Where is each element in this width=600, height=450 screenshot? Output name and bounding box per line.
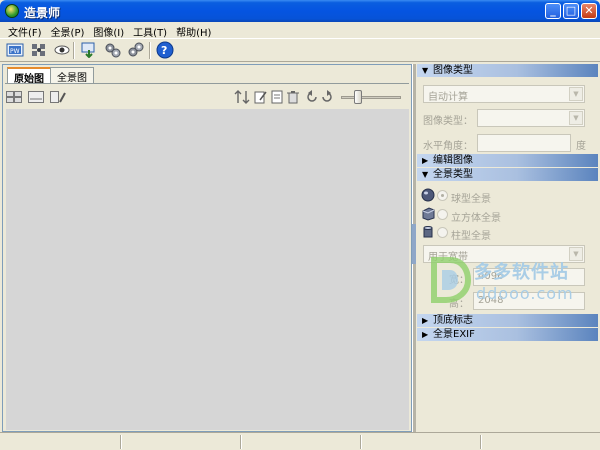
- cube-label: 立方体全景: [451, 213, 501, 224]
- watermark-text: 多多软件站: [474, 262, 569, 283]
- tab-original[interactable]: 原始图: [7, 67, 51, 85]
- image-type-label: 图像类型：: [423, 116, 473, 127]
- cylinder-icon: [423, 226, 433, 238]
- preview-eye-icon[interactable]: [52, 41, 72, 59]
- sphere-radio[interactable]: [437, 190, 448, 201]
- stitch-icon[interactable]: [29, 41, 49, 59]
- menu-help[interactable]: 帮助(H): [172, 22, 216, 39]
- cylinder-radio[interactable]: [437, 227, 448, 238]
- splitter-grip[interactable]: [412, 224, 416, 264]
- svg-text:PW: PW: [10, 48, 20, 55]
- image-mode-select[interactable]: 自动计算 ▼: [423, 85, 585, 103]
- section-panorama-type[interactable]: ▼ 全景类型: [417, 168, 598, 181]
- menu-bar: 文件(F) 全景(P) 图像(I) 工具(T) 帮助(H): [0, 22, 600, 39]
- collapse-triangle-icon: ▼: [422, 66, 429, 75]
- edit-icon[interactable]: [253, 89, 269, 104]
- cube-icon: [422, 207, 435, 221]
- section-image-type[interactable]: ▼ 图像类型: [417, 64, 598, 77]
- app-icon: [5, 4, 19, 18]
- chevron-down-icon: ▼: [569, 111, 583, 125]
- cube-radio[interactable]: [437, 209, 448, 220]
- status-divider: [240, 435, 242, 449]
- properties-pane: ▼ 图像类型 自动计算 ▼ 图像类型： ▼ 水平角度： 度 ▶ 编辑图像 ▼ 全…: [417, 64, 598, 432]
- image-pane: 原始图 全景图: [2, 64, 412, 432]
- export-icon[interactable]: [79, 41, 99, 59]
- title-bar[interactable]: 造景师 _ □ ✕: [0, 0, 600, 22]
- image-mode-value: 自动计算: [428, 92, 468, 103]
- batch-gears-icon[interactable]: [126, 41, 146, 59]
- tab-panorama[interactable]: 全景图: [50, 67, 94, 84]
- image-tabs: 原始图 全景图: [7, 67, 94, 85]
- copy-icon[interactable]: [269, 89, 285, 104]
- sort-icon[interactable]: [234, 89, 250, 104]
- expand-triangle-icon: ▶: [422, 330, 429, 339]
- status-divider: [120, 435, 122, 449]
- window-title: 造景师: [24, 6, 61, 20]
- section-nadir[interactable]: ▶ 顶底标志: [417, 314, 598, 327]
- menu-tools[interactable]: 工具(T): [129, 22, 172, 39]
- rotate-right-icon[interactable]: [319, 89, 335, 104]
- sphere-icon: [421, 188, 435, 202]
- section-exif[interactable]: ▶ 全景EXIF: [417, 328, 598, 341]
- section-edit-image-title: 编辑图像: [433, 155, 473, 166]
- image-type-select[interactable]: ▼: [477, 109, 585, 127]
- menu-panorama[interactable]: 全景(P): [47, 22, 90, 39]
- cylinder-label: 柱型全景: [451, 231, 491, 242]
- zoom-slider-thumb[interactable]: [354, 90, 362, 104]
- status-bar: [0, 432, 600, 450]
- horizontal-angle-label: 水平角度：: [423, 141, 473, 152]
- chevron-down-icon: ▼: [569, 247, 583, 261]
- image-canvas[interactable]: [6, 109, 409, 430]
- zoom-slider-track[interactable]: [341, 96, 401, 99]
- view-list-icon[interactable]: [28, 89, 44, 104]
- view-edit-icon[interactable]: [50, 89, 66, 104]
- expand-triangle-icon: ▶: [422, 156, 429, 165]
- delete-icon[interactable]: [285, 89, 301, 104]
- settings-gears-icon[interactable]: [103, 41, 123, 59]
- watermark-logo-icon: [431, 257, 472, 303]
- menu-file[interactable]: 文件(F): [4, 22, 47, 39]
- watermark-url: ddooo.com: [476, 284, 574, 303]
- section-image-type-title: 图像类型: [433, 65, 473, 76]
- angle-unit: 度: [576, 141, 586, 152]
- close-button[interactable]: ✕: [581, 3, 597, 19]
- maximize-button[interactable]: □: [563, 3, 579, 19]
- image-toolbar: [3, 88, 411, 106]
- section-exif-title: 全景EXIF: [433, 329, 475, 340]
- rotate-left-icon[interactable]: [304, 89, 320, 104]
- expand-triangle-icon: ▶: [422, 316, 429, 325]
- svg-text:?: ?: [161, 44, 167, 57]
- minimize-button[interactable]: _: [545, 3, 561, 19]
- chevron-down-icon: ▼: [569, 87, 583, 101]
- collapse-triangle-icon: ▼: [422, 170, 429, 179]
- section-panorama-type-title: 全景类型: [433, 169, 473, 180]
- section-nadir-title: 顶底标志: [433, 315, 473, 326]
- toolbar: PW ?: [0, 38, 600, 62]
- status-divider: [360, 435, 362, 449]
- menu-image[interactable]: 图像(I): [89, 22, 129, 39]
- view-large-icon[interactable]: [6, 89, 22, 104]
- help-icon[interactable]: ?: [155, 41, 175, 59]
- status-divider: [480, 435, 482, 449]
- pw-icon[interactable]: PW: [5, 41, 25, 59]
- sphere-label: 球型全景: [451, 194, 491, 205]
- section-edit-image[interactable]: ▶ 编辑图像: [417, 154, 598, 167]
- horizontal-angle-input[interactable]: [477, 134, 571, 152]
